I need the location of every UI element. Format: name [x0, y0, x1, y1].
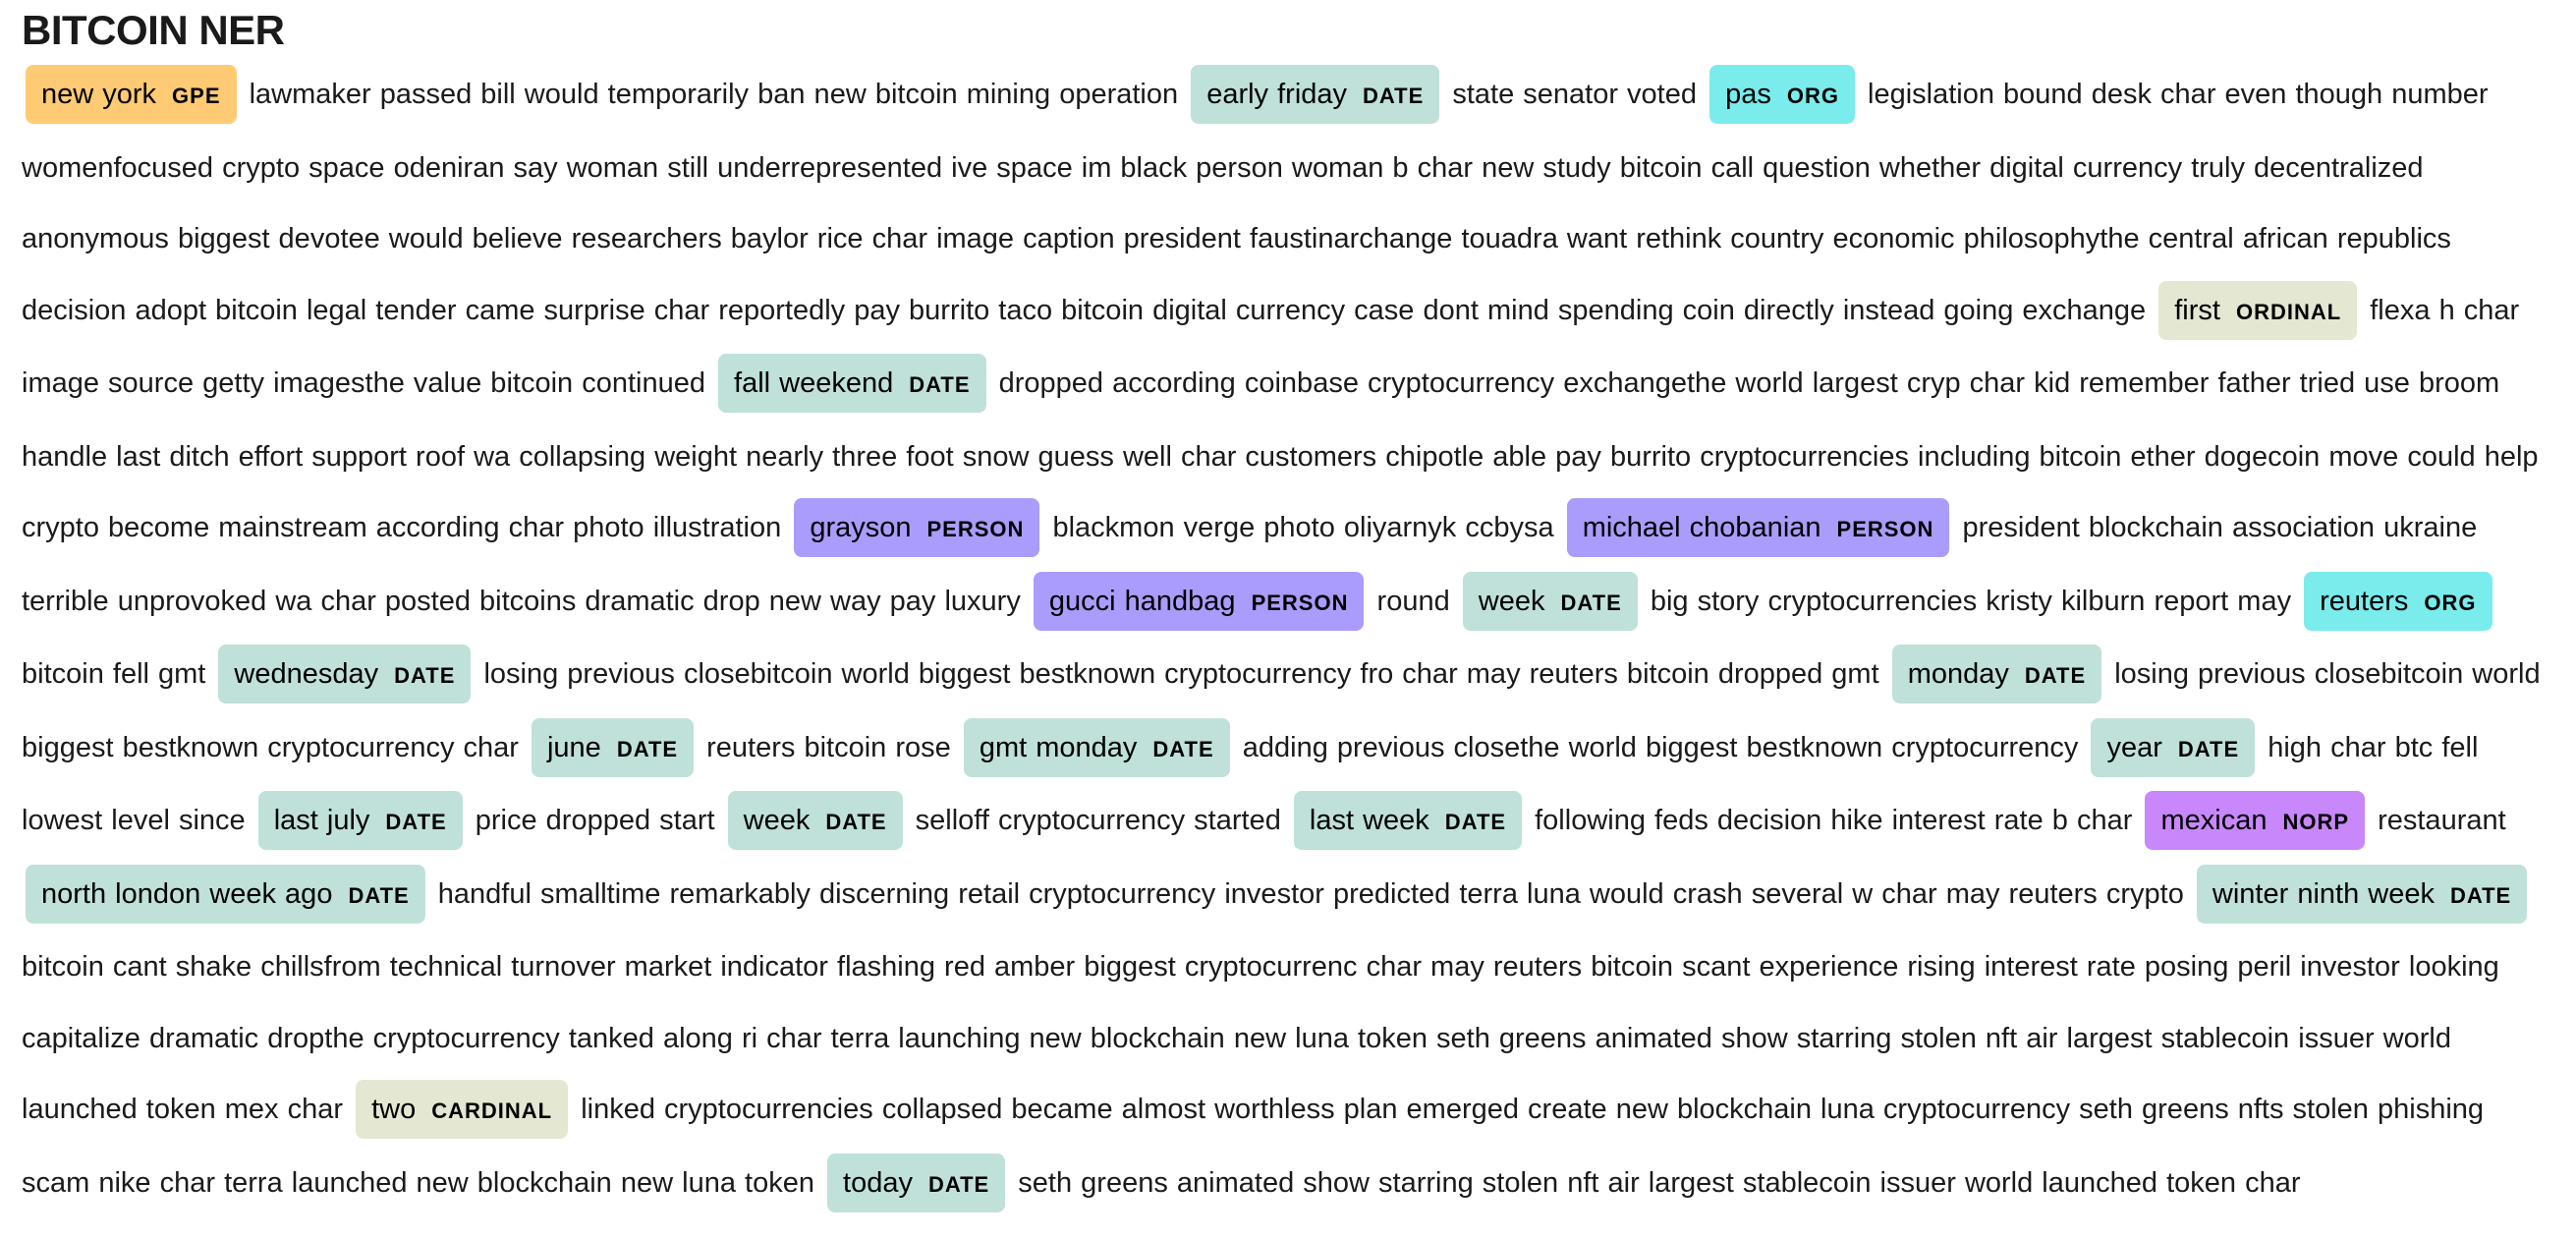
- entity-date: wednesday DATE: [218, 645, 472, 703]
- plain-text: handful smalltime remarkably discerning …: [437, 877, 2184, 910]
- entity-label: DATE: [1444, 810, 1507, 834]
- ner-text-body: new york GPE lawmaker passed bill would t…: [22, 59, 2554, 1220]
- entity-text: grayson: [810, 512, 912, 543]
- entity-text: monday: [1907, 658, 2009, 690]
- entity-date: week DATE: [1462, 571, 1638, 631]
- entity-text: fall weekend: [734, 367, 894, 399]
- entity-date: early friday DATE: [1191, 65, 1440, 124]
- ner-document: BITCOIN NER new york GPE lawmaker passed …: [0, 0, 2576, 1220]
- entity-text: two: [371, 1094, 417, 1125]
- entity-text: year: [2106, 731, 2162, 763]
- entity-cardinal: two CARDINAL: [356, 1080, 569, 1139]
- entity-label: DATE: [1560, 590, 1622, 615]
- plain-text: lawmaker passed bill would temporarily b…: [249, 79, 1179, 110]
- entity-text: gmt monday: [979, 731, 1138, 763]
- entity-date: week DATE: [727, 791, 903, 850]
- plain-text: following feds decision hike interest ra…: [1535, 805, 2133, 836]
- entity-text: week: [743, 805, 811, 836]
- entity-text: pas: [1725, 79, 1771, 110]
- entity-date: north london week ago DATE: [26, 864, 425, 924]
- entity-text: wednesday: [234, 658, 379, 690]
- entity-person: grayson PERSON: [794, 498, 1040, 557]
- entity-date: today DATE: [827, 1153, 1006, 1212]
- entity-label: DATE: [2449, 882, 2512, 908]
- entity-date: june DATE: [531, 717, 695, 777]
- entity-label: PERSON: [1251, 590, 1349, 615]
- plain-text: losing previous closebitcoin world bigge…: [483, 658, 1879, 690]
- entity-label: DATE: [2177, 736, 2240, 761]
- entity-text: north london week ago: [41, 877, 333, 910]
- entity-text: last july: [273, 805, 370, 836]
- entity-label: NORP: [2282, 810, 2350, 834]
- entity-text: reuters: [2320, 585, 2409, 617]
- entity-label: DATE: [909, 372, 971, 397]
- entity-label: DATE: [616, 736, 679, 761]
- entity-text: gucci handbag: [1048, 585, 1236, 617]
- entity-label: DATE: [385, 810, 447, 834]
- entity-person: michael chobanian PERSON: [1566, 498, 1950, 557]
- plain-text: reuters bitcoin rose: [706, 731, 951, 763]
- entity-text: winter ninth week: [2212, 877, 2435, 910]
- entity-text: early friday: [1206, 79, 1348, 110]
- entity-text: mexican: [2160, 805, 2268, 836]
- entity-label: GPE: [172, 84, 221, 108]
- plain-text: blackmon verge photo oliyarnyk ccbysa: [1052, 512, 1554, 543]
- entity-date: fall weekend DATE: [718, 354, 986, 413]
- entity-label: DATE: [1363, 84, 1425, 108]
- entity-text: first: [2174, 294, 2220, 326]
- entity-date: gmt monday DATE: [963, 717, 1230, 777]
- entity-org: reuters ORG: [2304, 571, 2492, 631]
- plain-text: round: [1376, 585, 1450, 617]
- entity-label: DATE: [348, 882, 410, 908]
- entity-label: CARDINAL: [431, 1098, 553, 1123]
- entity-label: ORG: [1786, 84, 1839, 108]
- entity-label: DATE: [1152, 736, 1214, 761]
- entity-label: DATE: [394, 663, 456, 688]
- entity-date: monday DATE: [1891, 645, 2102, 703]
- entity-org: pas ORG: [1709, 65, 1855, 124]
- plain-text: selloff cryptocurrency started: [915, 805, 1281, 836]
- entity-date: last week DATE: [1293, 791, 1523, 850]
- entity-text: june: [546, 731, 601, 763]
- entity-label: ORG: [2424, 590, 2477, 615]
- entity-gpe: new york GPE: [26, 65, 237, 124]
- entity-label: ORDINAL: [2235, 299, 2342, 324]
- plain-text: state senator voted: [1452, 79, 1697, 110]
- entity-text: last week: [1309, 805, 1429, 836]
- entity-ordinal: first ORDINAL: [2158, 280, 2358, 340]
- page-title: BITCOIN NER: [22, 7, 285, 53]
- plain-text: adding previous closethe world biggest b…: [1242, 731, 2079, 763]
- entity-label: DATE: [825, 810, 887, 834]
- plain-text: big story cryptocurrencies kristy kilbur…: [1650, 585, 2292, 617]
- plain-text: restaurant: [2378, 805, 2506, 836]
- plain-text: bitcoin fell gmt: [22, 658, 206, 690]
- plain-text: price dropped start: [475, 805, 715, 836]
- entity-date: winter ninth week DATE: [2196, 864, 2528, 924]
- entity-person: gucci handbag PERSON: [1033, 571, 1365, 631]
- entity-label: PERSON: [1836, 517, 1934, 541]
- entity-date: last july DATE: [257, 791, 463, 850]
- plain-text: seth greens animated show starring stole…: [1018, 1166, 2301, 1199]
- entity-text: michael chobanian: [1582, 512, 1821, 543]
- entity-label: PERSON: [926, 517, 1025, 541]
- entity-text: today: [843, 1166, 913, 1199]
- entity-text: week: [1478, 585, 1545, 617]
- entity-date: year DATE: [2091, 717, 2256, 777]
- entity-text: new york: [41, 79, 157, 110]
- entity-label: DATE: [2024, 663, 2087, 688]
- entity-norp: mexican NORP: [2145, 791, 2366, 850]
- entity-label: DATE: [927, 1171, 990, 1197]
